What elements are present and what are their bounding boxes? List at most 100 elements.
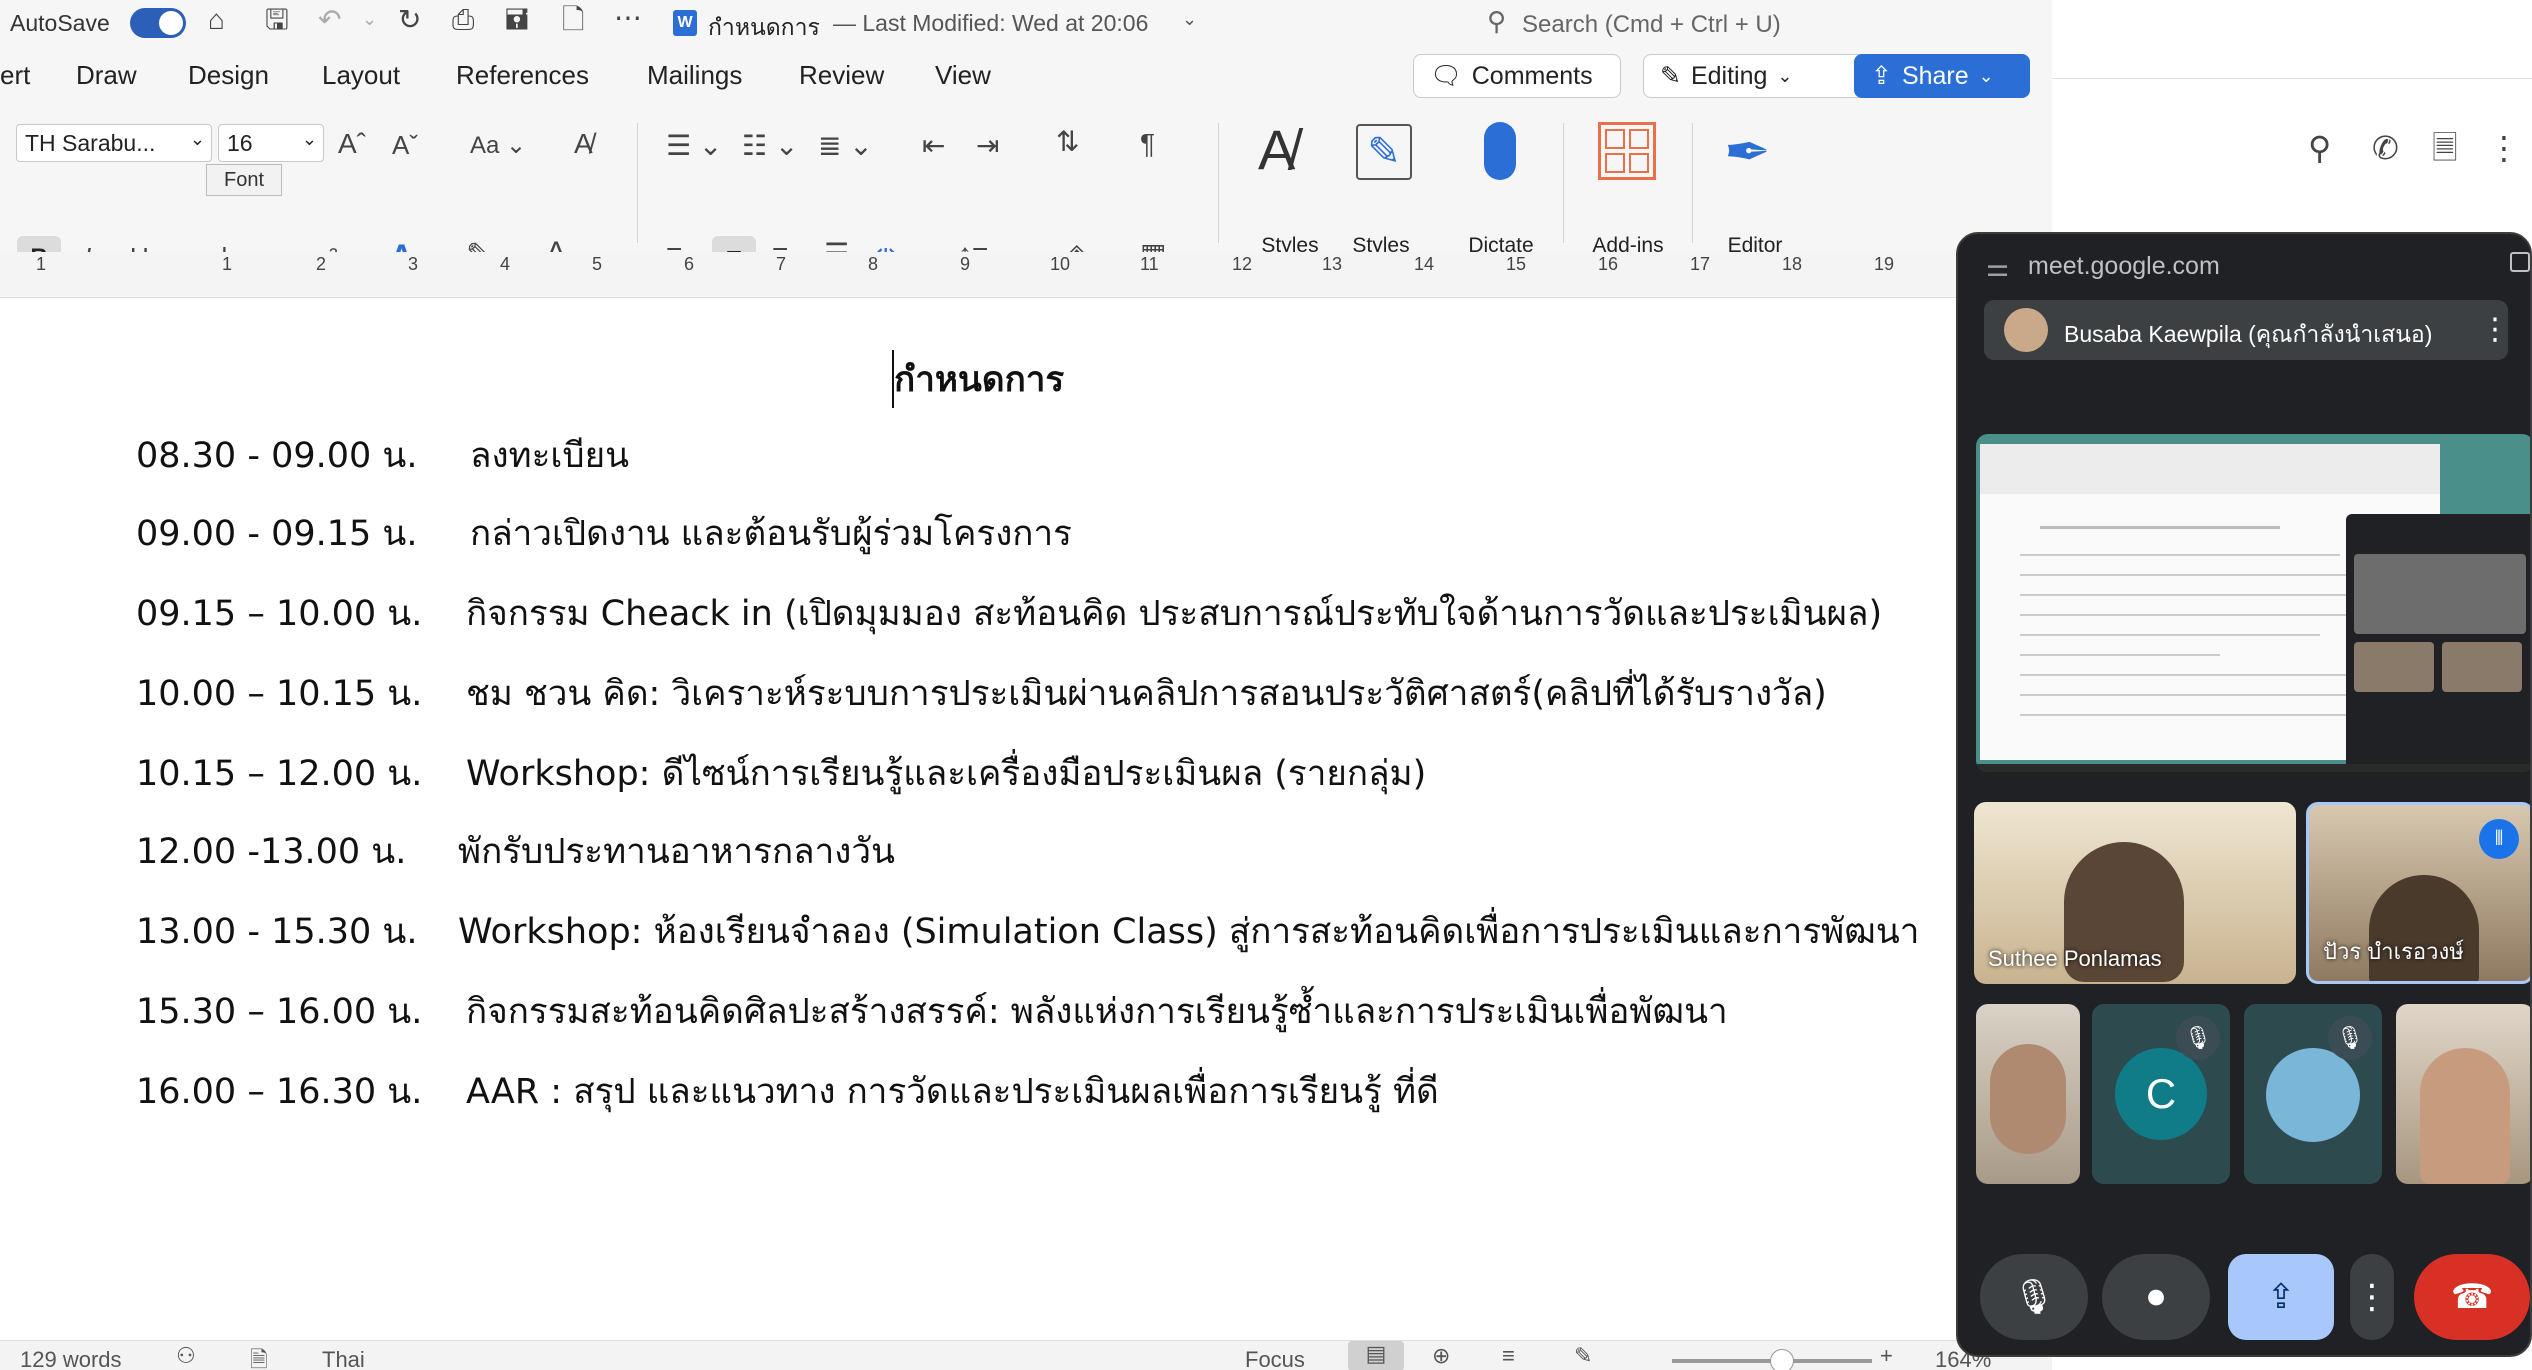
tab-references[interactable]: References — [456, 60, 589, 91]
present-button[interactable]: ⇪ — [2228, 1254, 2334, 1340]
tab-layout[interactable]: Layout — [322, 60, 400, 91]
chevron-down-icon[interactable]: ⌄ — [362, 10, 377, 28]
editor-button[interactable]: ✒ Editor — [1710, 122, 1800, 272]
schedule-activity: พักรับประทานอาหารกลางวัน — [458, 832, 895, 872]
chevron-down-icon: ⌄ — [1978, 65, 1994, 86]
schedule-time: 16.00 – 16.30 น. — [136, 1072, 423, 1112]
add-ins-button[interactable]: Add-ins — [1580, 122, 1676, 272]
ruler-tick: 10 — [1050, 254, 1071, 274]
screen-thumbnail-meet — [2346, 514, 2530, 772]
schedule-time: 10.00 – 10.15 น. — [136, 674, 423, 714]
autosave-label: AutoSave — [10, 10, 110, 36]
tab-draw[interactable]: Draw — [76, 60, 137, 91]
divider — [637, 123, 638, 243]
pip-icon[interactable] — [2510, 252, 2530, 272]
autosave-toggle[interactable] — [130, 8, 186, 38]
tune-icon[interactable]: ⚌ — [1986, 252, 2009, 283]
meet-window: ⚌ meet.google.com Busaba Kaewpila (คุณกำ… — [1956, 232, 2532, 1357]
tab-insert[interactable]: ert — [0, 60, 30, 91]
proofing-icon[interactable]: 🗎 — [250, 1343, 268, 1370]
more-vertical-icon[interactable]: ⋮ — [2488, 132, 2520, 164]
camera-button[interactable]: ⏺ — [2102, 1254, 2210, 1340]
share-label: Share — [1901, 61, 1969, 90]
chevron-down-icon[interactable]: ⌄ — [1182, 10, 1197, 28]
schedule-time: 09.00 - 09.15 น. — [136, 514, 418, 554]
multilevel-list-icon[interactable]: ≣ ⌄ — [818, 132, 873, 160]
save-as-icon[interactable]: 🖬 — [505, 6, 529, 34]
more-vertical-icon[interactable]: ⋮ — [2480, 312, 2510, 347]
microphone-button[interactable]: 🎙 — [1980, 1254, 2088, 1340]
end-call-button[interactable]: ☎ — [2414, 1254, 2530, 1340]
outline-icon[interactable]: ≡ — [1502, 1343, 1515, 1369]
comments-button[interactable]: 🗨 Comments — [1413, 54, 1621, 98]
ruler-tick: 7 — [776, 254, 787, 274]
increase-indent-icon[interactable]: ⇥ — [976, 132, 999, 160]
microphone-icon: 🎙 — [2012, 1278, 2056, 1316]
draft-icon[interactable]: ✎ — [1574, 1343, 1592, 1369]
decrease-indent-icon[interactable]: ⇤ — [922, 132, 945, 160]
styles-button[interactable]: A̸ Styles — [1250, 122, 1340, 272]
font-name-select[interactable]: TH Sarabu... ⌄ — [16, 124, 212, 162]
phone-icon[interactable]: ✆ — [2372, 132, 2399, 164]
participant-tile[interactable]: Suthee Ponlamas — [1974, 802, 2296, 984]
more-icon[interactable]: ⋯ — [614, 4, 642, 32]
chevron-down-icon: ⌄ — [1777, 65, 1793, 86]
ruler[interactable]: 1 1 2 3 4 5 6 7 8 9 10 11 12 13 14 15 16 17 18 19 — [0, 252, 1960, 298]
redo-icon[interactable]: ↻ — [398, 6, 421, 34]
word-window: AutoSave ⌂ 🖫 ↶ ⌄ ↻ ⎙ 🖬 🗋 ⋯ W กำหนดการ — … — [0, 0, 2052, 1370]
web-layout-icon[interactable]: ⊕ — [1432, 1343, 1450, 1369]
print-icon[interactable]: ⎙ — [452, 6, 474, 34]
pencil-icon: ✎ — [1660, 62, 1681, 90]
styles-pane-icon: ✎ — [1356, 124, 1412, 180]
new-doc-icon[interactable]: 🗋 — [562, 6, 585, 34]
styles-pane-button[interactable]: ✎ Styles Pane — [1338, 122, 1428, 281]
participant-tile-active[interactable]: ⦀ ปัวร บำเรอวงษ์ — [2306, 802, 2530, 984]
tab-review[interactable]: Review — [799, 60, 884, 91]
tab-design[interactable]: Design — [188, 60, 269, 91]
change-case-icon[interactable]: Aa ⌄ — [470, 134, 526, 158]
participant-name: ปัวร บำเรอวงษ์ — [2323, 939, 2464, 964]
ruler-tick: 6 — [684, 254, 695, 274]
focus-label[interactable]: Focus — [1245, 1347, 1305, 1370]
undo-icon[interactable]: ↶ — [318, 6, 341, 34]
last-modified: — Last Modified: Wed at 20:06 — [833, 10, 1149, 36]
presenter-bar[interactable]: Busaba Kaewpila (คุณกำลังนำเสนอ) ⋮ — [1984, 300, 2510, 360]
language-label[interactable]: Thai — [322, 1347, 365, 1370]
sort-icon[interactable]: ⇅ — [1056, 128, 1079, 156]
participant-tile[interactable] — [1976, 1004, 2080, 1184]
shared-screen-preview[interactable] — [1976, 434, 2530, 772]
shrink-font-icon[interactable]: Aˇ — [392, 132, 418, 158]
meet-url: meet.google.com — [2028, 252, 2220, 280]
tab-mailings[interactable]: Mailings — [647, 60, 742, 91]
font-size-select[interactable]: 16 ⌄ — [218, 124, 324, 162]
schedule-activity: Workshop: ดีไซน์การเรียนรู้และเครื่องมือ… — [466, 754, 1427, 794]
participant-tile[interactable]: C 🎙 — [2092, 1004, 2230, 1184]
more-options-button[interactable]: ⋮ — [2350, 1254, 2394, 1340]
grow-font-icon[interactable]: Aˆ — [338, 130, 366, 158]
print-layout-icon[interactable]: ▤ — [1348, 1341, 1404, 1370]
word-count[interactable]: 129 words — [20, 1347, 122, 1370]
comments-label: Comments — [1471, 61, 1593, 90]
bullets-icon[interactable]: ☰ ⌄ — [666, 132, 722, 160]
dictate-button[interactable]: Dictate — [1456, 122, 1546, 272]
home-icon[interactable]: ⌂ — [208, 6, 225, 34]
pilcrow-icon[interactable]: ¶ — [1140, 130, 1155, 158]
zoom-slider[interactable] — [1672, 1349, 1872, 1370]
zoom-in-icon[interactable]: + — [1880, 1343, 1893, 1369]
document-page[interactable]: กำหนดการ 08.30 - 09.00 น. ลงทะเบียน 09.00 … — [0, 298, 1960, 1340]
tab-view[interactable]: View — [935, 60, 991, 91]
editing-button[interactable]: ✎ Editing ⌄ — [1643, 54, 1875, 98]
save-icon[interactable]: 🖫 — [265, 6, 289, 34]
font-name-value: TH Sarabu... — [25, 130, 156, 156]
divider — [1218, 123, 1219, 243]
numbering-icon[interactable]: ☷ ⌄ — [742, 132, 798, 160]
participant-tile[interactable]: 🎙 — [2244, 1004, 2382, 1184]
share-button[interactable]: ⇪ Share ⌄ — [1854, 54, 2030, 98]
clear-formatting-icon[interactable]: A̸ — [574, 130, 593, 158]
search-icon[interactable]: ⚲ — [2308, 132, 2331, 164]
document-icon[interactable]: 🗏 — [2432, 132, 2458, 164]
ruler-tick: 16 — [1598, 254, 1619, 274]
participant-tile[interactable] — [2396, 1004, 2530, 1184]
search-input[interactable]: Search (Cmd + Ctrl + U) — [1522, 11, 1781, 39]
accessibility-icon[interactable]: ⚇ — [176, 1343, 196, 1369]
